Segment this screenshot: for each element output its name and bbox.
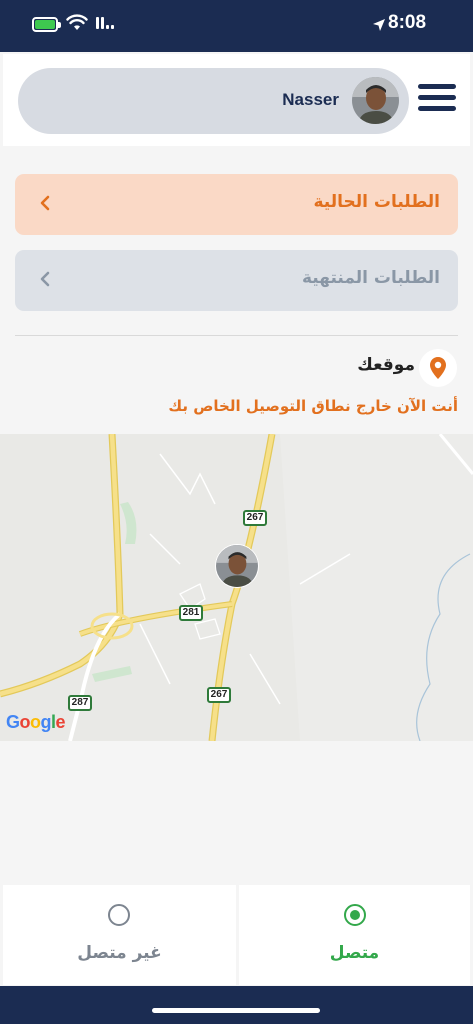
road-shield: 267 xyxy=(207,687,231,703)
battery-charging-icon xyxy=(32,17,61,32)
offline-radio[interactable] xyxy=(108,904,130,926)
online-tab[interactable]: متصل xyxy=(239,885,470,985)
driver-location-avatar[interactable] xyxy=(215,544,259,588)
map-view[interactable]: 267 281 267 287 Google xyxy=(0,434,473,741)
offline-label: غير متصل xyxy=(77,943,162,963)
status-time: 8:08 xyxy=(388,12,427,33)
home-indicator[interactable] xyxy=(152,1008,320,1013)
offline-tab[interactable]: غير متصل xyxy=(3,885,236,985)
home-indicator-bar xyxy=(0,986,473,1024)
online-label: متصل xyxy=(329,943,380,963)
out-of-range-warning: أنت الآن خارج نطاق التوصيل الخاص بك xyxy=(168,397,458,415)
finished-orders-button[interactable]: الطلبات المنتهية xyxy=(15,250,458,311)
road-shield: 281 xyxy=(179,605,203,621)
status-toggle-bar: غير متصل متصل xyxy=(3,885,470,985)
divider xyxy=(15,335,458,336)
location-arrow-icon xyxy=(373,19,385,31)
current-orders-button[interactable]: الطلبات الحالية xyxy=(15,174,458,235)
road-shield: 267 xyxy=(243,510,267,526)
road-shield: 287 xyxy=(68,695,92,711)
location-title: موقعك xyxy=(357,355,415,375)
wifi-icon xyxy=(66,14,88,30)
avatar xyxy=(352,77,399,124)
user-profile-pill[interactable]: Nasser xyxy=(18,68,409,134)
user-name: Nasser xyxy=(282,90,339,109)
location-pin-icon xyxy=(419,349,457,387)
online-radio[interactable] xyxy=(344,904,366,926)
hamburger-menu-icon[interactable] xyxy=(418,84,456,117)
header: Nasser xyxy=(3,54,470,146)
finished-orders-label: الطلبات المنتهية xyxy=(302,268,440,288)
chevron-left-icon xyxy=(40,271,50,287)
current-orders-label: الطلبات الحالية xyxy=(313,192,440,212)
status-bar: 8:08 xyxy=(0,0,473,52)
google-logo: Google xyxy=(6,712,66,732)
cellular-signal-icon xyxy=(96,17,114,29)
chevron-left-icon xyxy=(40,195,50,211)
